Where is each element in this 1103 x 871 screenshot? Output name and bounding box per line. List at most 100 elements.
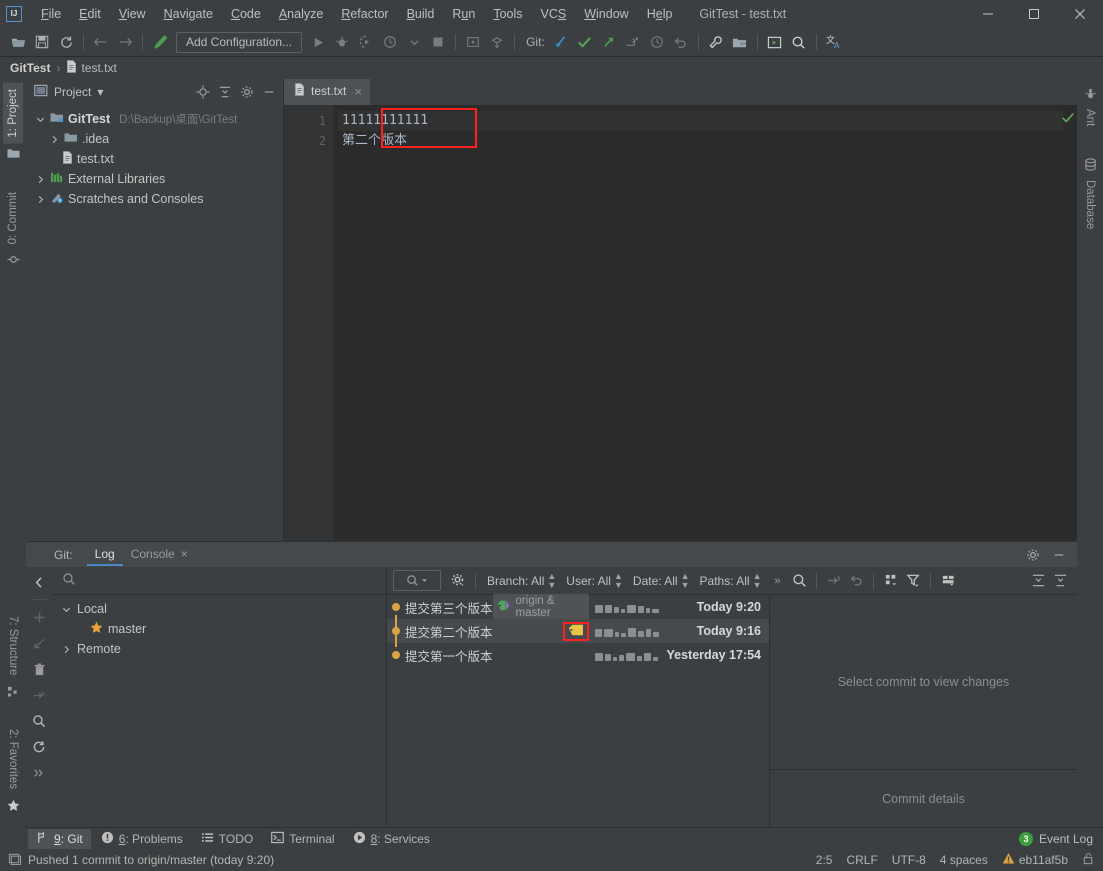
- revert-icon[interactable]: [845, 570, 867, 592]
- chevron-down-icon[interactable]: [402, 30, 426, 54]
- filter-branch[interactable]: Branch: All ▲ ▼: [482, 571, 561, 590]
- chevron-right-icon[interactable]: [60, 643, 72, 655]
- star-icon[interactable]: [3, 796, 23, 816]
- menu-build[interactable]: Build: [398, 4, 444, 24]
- rollback-icon[interactable]: [669, 30, 693, 54]
- filter-user[interactable]: User: All ▲ ▼: [561, 571, 628, 590]
- push-icon[interactable]: [597, 30, 621, 54]
- branch-search-row[interactable]: [52, 567, 386, 595]
- delete-icon[interactable]: [28, 658, 50, 680]
- menu-help[interactable]: Help: [638, 4, 682, 24]
- chevron-down-icon[interactable]: ▾: [97, 85, 103, 99]
- chevron-down-icon[interactable]: [60, 603, 72, 615]
- show-graph-icon[interactable]: [880, 570, 902, 592]
- tree-node-scratches[interactable]: Scratches and Consoles: [26, 189, 283, 209]
- run-with-coverage-icon[interactable]: [354, 30, 378, 54]
- column-layout-icon[interactable]: [937, 570, 959, 592]
- editor-text-area[interactable]: 1 2 11111111111 第二个版本: [284, 105, 1077, 541]
- run-configuration-selector[interactable]: Add Configuration...: [176, 31, 303, 53]
- git-branch-widget[interactable]: eb11af5b: [1002, 852, 1068, 868]
- expand-icon[interactable]: [1027, 570, 1049, 592]
- event-log-label[interactable]: Event Log: [1039, 832, 1093, 846]
- select-in-icon[interactable]: [461, 30, 485, 54]
- structure-icon[interactable]: [3, 681, 23, 701]
- open-folder-icon[interactable]: [6, 30, 30, 54]
- menu-edit[interactable]: Edit: [70, 4, 110, 24]
- sidebar-item-favorites[interactable]: 2: Favorites: [3, 723, 23, 795]
- indent-setting[interactable]: 4 spaces: [940, 853, 988, 867]
- ok-check-icon[interactable]: [1061, 111, 1075, 128]
- sidebar-item-database[interactable]: Database: [1080, 174, 1100, 235]
- menu-refactor[interactable]: Refactor: [332, 4, 397, 24]
- overflow-icon[interactable]: »: [766, 570, 788, 592]
- branch-search-input[interactable]: [84, 573, 334, 588]
- settings-gear-icon[interactable]: [237, 82, 257, 102]
- run-icon[interactable]: [306, 30, 330, 54]
- chevron-right-icon[interactable]: [34, 193, 46, 205]
- project-structure-icon[interactable]: [728, 30, 752, 54]
- menu-tools[interactable]: Tools: [484, 4, 531, 24]
- locate-icon[interactable]: [193, 82, 213, 102]
- close-icon[interactable]: ×: [181, 547, 188, 561]
- tab-log[interactable]: Log: [86, 543, 123, 566]
- build-hammer-icon[interactable]: [148, 30, 172, 54]
- tool-button-terminal[interactable]: Terminal: [263, 829, 342, 849]
- tree-node-external-libraries[interactable]: External Libraries: [26, 169, 283, 189]
- line-separator[interactable]: CRLF: [846, 853, 877, 867]
- database-icon[interactable]: [1080, 154, 1100, 174]
- tag-chip-highlighted[interactable]: [563, 621, 589, 641]
- tool-button-todo[interactable]: TODO: [193, 829, 261, 849]
- forward-arrow-icon[interactable]: [113, 30, 137, 54]
- branch-node-master[interactable]: master: [52, 619, 386, 639]
- chevron-right-icon[interactable]: [48, 133, 60, 145]
- close-button[interactable]: [1057, 0, 1103, 28]
- gear-dropdown-icon[interactable]: [447, 570, 469, 592]
- menu-vcs[interactable]: VCS: [532, 4, 576, 24]
- event-log-area[interactable]: 3 Event Log: [1018, 831, 1103, 846]
- menu-window[interactable]: Window: [575, 4, 637, 24]
- tool-button-git[interactable]: 9: Git: [28, 828, 91, 849]
- commit-icon[interactable]: [573, 30, 597, 54]
- tree-node-idea[interactable]: .idea: [26, 129, 283, 149]
- tree-node-gittest[interactable]: GitTest D:\Backup\桌面\GitTest: [26, 109, 283, 129]
- wrench-settings-icon[interactable]: [704, 30, 728, 54]
- merge-icon[interactable]: [28, 684, 50, 706]
- tab-console[interactable]: Console ×: [123, 543, 196, 566]
- sync-icon[interactable]: [54, 30, 78, 54]
- folder-icon[interactable]: [3, 144, 23, 164]
- update-dependencies-icon[interactable]: [485, 30, 509, 54]
- search-everywhere-icon[interactable]: [787, 30, 811, 54]
- branch-node-remote[interactable]: Remote: [52, 639, 386, 659]
- branch-node-local[interactable]: Local: [52, 599, 386, 619]
- stop-icon[interactable]: [426, 30, 450, 54]
- sidebar-item-structure[interactable]: 7: Structure: [3, 610, 23, 681]
- new-branch-icon[interactable]: [621, 30, 645, 54]
- chevron-down-icon[interactable]: [34, 113, 46, 125]
- settings-gear-icon[interactable]: [1023, 545, 1043, 565]
- search-icon[interactable]: [788, 570, 810, 592]
- menu-view[interactable]: View: [110, 4, 155, 24]
- collapse-sidebar-icon[interactable]: [28, 571, 50, 593]
- breadcrumb-file[interactable]: test.txt: [66, 60, 117, 76]
- chevron-right-icon[interactable]: [34, 173, 46, 185]
- menu-file[interactable]: File: [32, 4, 70, 24]
- search-icon[interactable]: [28, 710, 50, 732]
- maximize-button[interactable]: [1011, 0, 1057, 28]
- add-icon[interactable]: [28, 606, 50, 628]
- save-icon[interactable]: [30, 30, 54, 54]
- editor-code[interactable]: 11111111111 第二个版本: [334, 105, 1063, 541]
- filter-icon[interactable]: [902, 570, 924, 592]
- update-project-icon[interactable]: [549, 30, 573, 54]
- project-panel-title-group[interactable]: Project ▾: [34, 84, 103, 100]
- commit-list[interactable]: 提交第三个版本 origin & master Today 9:20 提交第二个…: [387, 594, 769, 827]
- table-row[interactable]: 提交第三个版本 origin & master Today 9:20: [387, 594, 769, 620]
- sidebar-item-project[interactable]: 1: Project: [3, 83, 23, 144]
- profiler-icon[interactable]: [378, 30, 402, 54]
- tool-button-problems[interactable]: 6: Problems: [93, 829, 191, 849]
- error-stripe-marker-bar[interactable]: [1061, 105, 1077, 541]
- hide-icon[interactable]: [259, 82, 279, 102]
- hide-icon[interactable]: [1049, 545, 1069, 565]
- filter-paths[interactable]: Paths: All ▲ ▼: [695, 571, 767, 590]
- breadcrumb-project[interactable]: GitTest: [10, 61, 50, 75]
- memory-indicator-icon[interactable]: [8, 852, 22, 868]
